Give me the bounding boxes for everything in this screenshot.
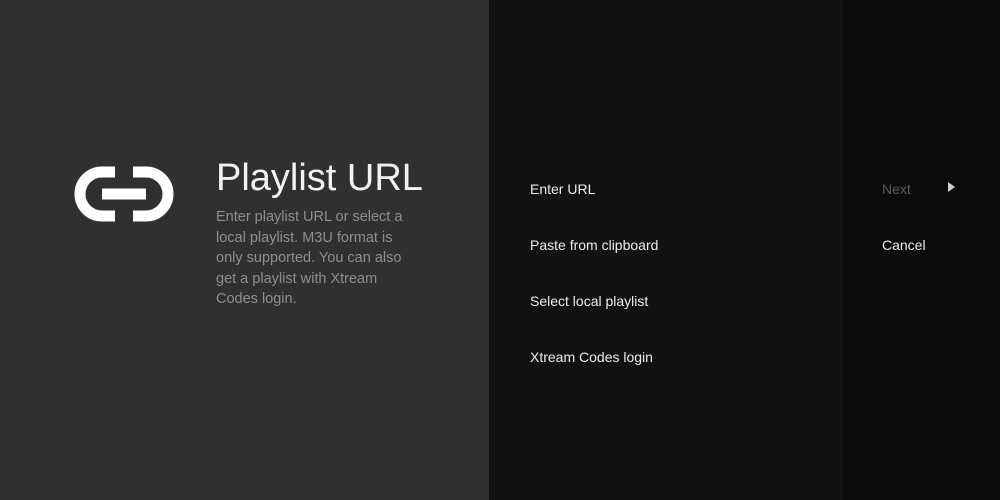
page-description: Enter playlist URL or select a local pla…	[216, 209, 403, 307]
play-arrow-icon	[948, 182, 955, 192]
paste-from-clipboard-action[interactable]: Paste from clipboard	[530, 236, 658, 254]
guidance-panel: Playlist URL Enter playlist URL or selec…	[0, 0, 489, 500]
navigation-panel: Next Cancel	[842, 0, 1000, 500]
next-button[interactable]: Next	[882, 180, 911, 198]
select-local-playlist-action[interactable]: Select local playlist	[530, 292, 648, 310]
cancel-button[interactable]: Cancel	[882, 236, 926, 254]
page-title: Playlist URL	[216, 157, 423, 199]
enter-url-action[interactable]: Enter URL	[530, 180, 595, 198]
actions-list: Enter URL Paste from clipboard Select lo…	[489, 0, 842, 500]
link-icon	[74, 166, 174, 222]
xtream-codes-login-action[interactable]: Xtream Codes login	[530, 348, 653, 366]
